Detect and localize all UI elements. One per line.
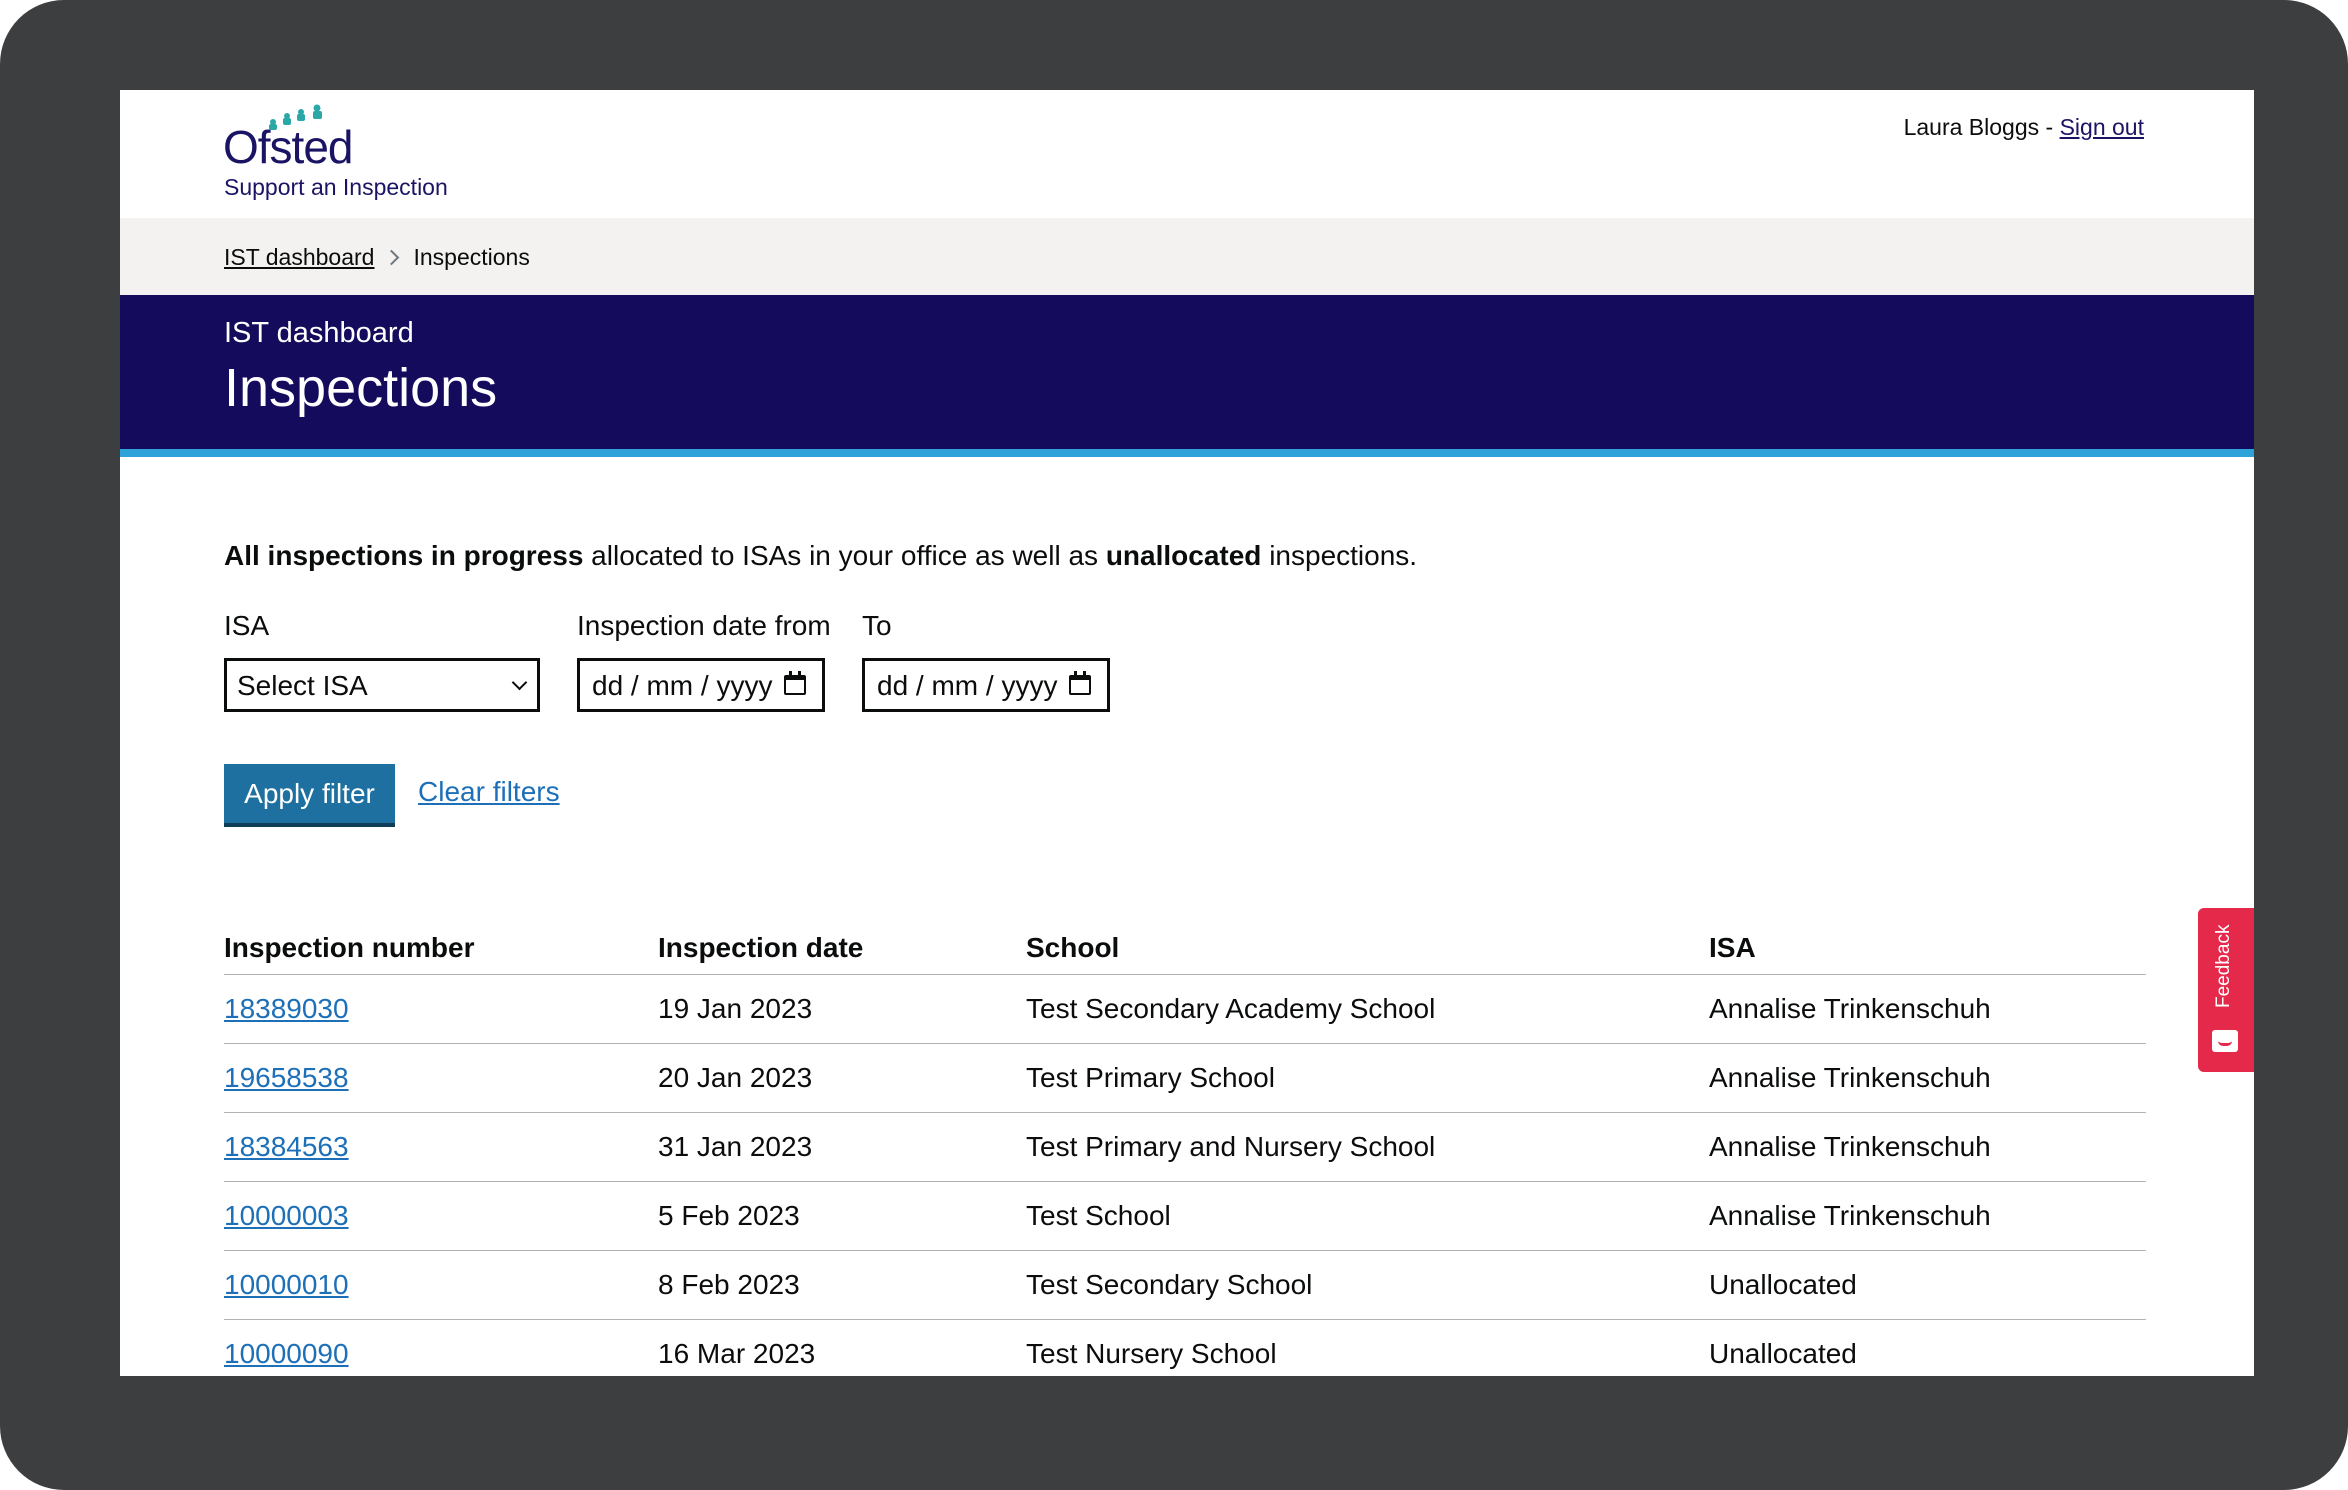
intro-text: All inspections in progress allocated to… xyxy=(224,540,1417,572)
inspection-date: 5 Feb 2023 xyxy=(658,1181,1026,1251)
school-name: Test School xyxy=(1026,1181,1709,1251)
isa-select-value: Select ISA xyxy=(237,670,368,701)
calendar-icon[interactable] xyxy=(784,671,806,695)
inspection-date: 19 Jan 2023 xyxy=(658,974,1026,1044)
isa-label: ISA xyxy=(224,610,270,641)
browser-viewport: Ofsted Support an Inspection Laura Blogg… xyxy=(120,90,2254,1376)
chevron-right-icon xyxy=(384,249,400,266)
device-frame: Ofsted Support an Inspection Laura Blogg… xyxy=(0,0,2348,1490)
school-name: Test Nursery School xyxy=(1026,1338,1277,1369)
column-header-inspection-number: Inspection number xyxy=(224,908,658,975)
sign-out-link[interactable]: Sign out xyxy=(2060,114,2144,140)
school-name: Test Secondary Academy School xyxy=(1026,974,1709,1044)
smile-chat-icon xyxy=(2212,1030,2238,1052)
inspection-date: 8 Feb 2023 xyxy=(658,1250,1026,1320)
breadcrumb: IST dashboard Inspections xyxy=(120,218,2254,295)
inspection-number-link[interactable]: 19658538 xyxy=(224,1062,349,1093)
page-caption: IST dashboard xyxy=(224,317,414,349)
feedback-tab[interactable]: Feedback xyxy=(2198,908,2254,1072)
logo-wordmark: Ofsted xyxy=(223,121,354,173)
isa-name: Unallocated xyxy=(1709,1338,1857,1369)
table-row: 10000010 8 Feb 2023 Test Secondary Schoo… xyxy=(224,1250,2146,1320)
table-row: 18389030 19 Jan 2023 Test Secondary Acad… xyxy=(224,974,2146,1044)
column-header-school: School xyxy=(1026,908,1709,975)
account-info: Laura Bloggs - Sign out xyxy=(1904,114,2144,141)
column-header-isa: ISA xyxy=(1709,908,2146,975)
inspection-number-link[interactable]: 18384563 xyxy=(224,1131,349,1162)
table-row: 10000090 16 Mar 2023 Test Nursery School… xyxy=(224,1320,2146,1377)
isa-name: Unallocated xyxy=(1709,1250,2146,1320)
isa-name: Annalise Trinkenschuh xyxy=(1709,1181,2146,1251)
school-name: Test Primary School xyxy=(1026,1043,1709,1113)
intro-text-1: allocated to ISAs in your office as well… xyxy=(583,540,1106,571)
account-separator: - xyxy=(2045,114,2054,140)
calendar-icon[interactable] xyxy=(1069,671,1091,695)
page-title: Inspections xyxy=(224,358,498,418)
chevron-down-icon xyxy=(511,674,528,691)
breadcrumb-current: Inspections xyxy=(413,244,530,270)
table-row: 18384563 31 Jan 2023 Test Primary and Nu… xyxy=(224,1112,2146,1182)
site-header: Ofsted Support an Inspection Laura Blogg… xyxy=(120,90,2254,218)
intro-bold-2: unallocated xyxy=(1105,540,1262,571)
inspection-date: 20 Jan 2023 xyxy=(658,1043,1026,1113)
school-name: Test Secondary School xyxy=(1026,1250,1709,1320)
table-row: 19658538 20 Jan 2023 Test Primary School… xyxy=(224,1043,2146,1113)
column-header-inspection-date: Inspection date xyxy=(658,908,1026,975)
table-header-row: Inspection number Inspection date School… xyxy=(224,908,2146,975)
page-banner: IST dashboard Inspections xyxy=(120,295,2254,457)
inspection-number-link[interactable]: 10000090 xyxy=(224,1338,349,1369)
school-name: Test Primary and Nursery School xyxy=(1026,1112,1709,1182)
inspection-number-link[interactable]: 18389030 xyxy=(224,993,349,1024)
user-name: Laura Bloggs xyxy=(1903,114,2040,140)
service-name[interactable]: Support an Inspection xyxy=(224,174,448,201)
inspections-table: Inspection number Inspection date School… xyxy=(224,908,2146,1376)
date-from-input[interactable]: dd / mm / yyyy xyxy=(577,658,825,712)
isa-name: Annalise Trinkenschuh xyxy=(1709,1112,2146,1182)
isa-select[interactable]: Select ISA xyxy=(224,658,540,712)
intro-text-2: inspections. xyxy=(1261,540,1418,571)
isa-name: Annalise Trinkenschuh xyxy=(1709,1043,2146,1113)
clear-filters-link[interactable]: Clear filters xyxy=(418,776,560,808)
inspection-number-link[interactable]: 10000010 xyxy=(224,1269,349,1300)
inspection-date: 31 Jan 2023 xyxy=(658,1112,1026,1182)
isa-name: Annalise Trinkenschuh xyxy=(1709,974,2146,1044)
inspection-number-link[interactable]: 10000003 xyxy=(224,1200,349,1231)
date-to-placeholder: dd / mm / yyyy xyxy=(877,670,1058,701)
date-from-placeholder: dd / mm / yyyy xyxy=(592,670,773,701)
breadcrumb-ist-dashboard[interactable]: IST dashboard xyxy=(224,244,374,271)
date-to-label: To xyxy=(862,610,892,641)
apply-filter-button[interactable]: Apply filter xyxy=(224,764,395,823)
date-from-label: Inspection date from xyxy=(577,610,831,641)
ofsted-logo[interactable]: Ofsted xyxy=(223,104,483,173)
feedback-label: Feedback xyxy=(2213,924,2234,1008)
intro-bold-1: All inspections in progress xyxy=(224,540,584,571)
inspection-date: 16 Mar 2023 xyxy=(658,1338,816,1369)
table-row: 10000003 5 Feb 2023 Test School Annalise… xyxy=(224,1181,2146,1251)
date-to-input[interactable]: dd / mm / yyyy xyxy=(862,658,1110,712)
